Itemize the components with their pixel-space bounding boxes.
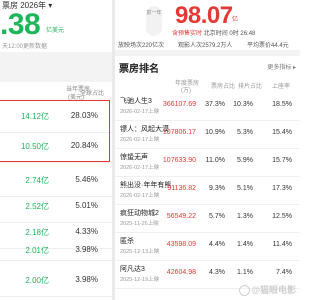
movie-title: 疯狂动物城2 xyxy=(120,210,159,217)
watermark-text: @猫眼电影 xyxy=(251,284,296,295)
stats-bar: 放映场次220亿次 观影人次2579.2万人 平均票价44.4元 xyxy=(115,40,300,50)
movie-title: 惊蛰无声 xyxy=(120,154,148,161)
movie-schedule: 5.1% xyxy=(237,185,253,192)
release-date: 2026-02-17上映 xyxy=(120,137,160,143)
movie-schedule: 1.3% xyxy=(237,213,253,220)
movie-occupancy: 15.7% xyxy=(272,157,292,164)
movie-box-office: 91136.82 xyxy=(167,185,196,192)
movie-box-office: 366107.69 xyxy=(162,101,196,108)
movie-title: 匿杀 xyxy=(120,238,134,245)
col-header-occupancy: 上座率 xyxy=(272,84,291,90)
movie-row[interactable]: 惊蛰无声 2026-02-17上映 107633.90 11.0% 5.9% 1… xyxy=(115,149,300,177)
row-amount: 2.74亿 xyxy=(25,176,49,185)
movie-row[interactable]: 镖人：风起大漠 2026-02-17上映 107806.17 10.9% 5.3… xyxy=(115,121,300,149)
movie-box-office: 42604.98 xyxy=(166,269,196,276)
movie-share: 4.3% xyxy=(209,269,225,276)
row-amount: 2.52亿 xyxy=(25,202,49,211)
release-date: 2025-12-13上映 xyxy=(120,249,160,255)
movie-box-office: 56549.22 xyxy=(166,213,196,220)
section-gap xyxy=(0,52,112,82)
movie-share: 9.3% xyxy=(209,185,225,192)
row-share: 3.98% xyxy=(75,245,98,254)
movie-occupancy: 11.4% xyxy=(272,241,292,248)
movie-schedule: 5.9% xyxy=(237,157,253,164)
movie-share: 4.4% xyxy=(209,241,225,248)
right-panel: 前一年 98.07 亿 含预售实时 北京时间 0时 26:48 放映场次220亿… xyxy=(115,0,300,300)
stat-price: 平均票价44.4元 xyxy=(247,43,289,49)
release-date: 2025-12-19上映 xyxy=(120,277,160,283)
movie-row[interactable]: 飞驰人生3 2026-02-17上映 366107.69 37.3% 10.3%… xyxy=(115,93,300,121)
left-panel: 票房 2026年 ▾ .38 亿美元 天12:00更新数据 当年票房 (美元) … xyxy=(0,0,112,300)
movie-occupancy: 12.5% xyxy=(272,213,292,220)
movie-share: 11.0% xyxy=(205,157,225,164)
movie-title: 熊出没·年年有熊 xyxy=(120,182,172,189)
movie-occupancy: 18.5% xyxy=(272,101,292,108)
table-row[interactable]: 2.00亿 3.98% xyxy=(0,266,112,297)
update-note: 天12:00更新数据 xyxy=(2,44,48,50)
movie-schedule: 5.3% xyxy=(237,129,253,136)
weibo-icon xyxy=(239,285,251,296)
total-box-office-value: 98.07 xyxy=(175,2,233,29)
row-amount: 2.01亿 xyxy=(25,246,49,255)
movie-box-office: 43598.09 xyxy=(166,241,196,248)
movie-title: 飞驰人生3 xyxy=(120,98,152,105)
row-amount: 2.00亿 xyxy=(25,276,49,285)
movie-schedule: 1.4% xyxy=(237,241,253,248)
release-date: 2025-11-26上映 xyxy=(120,221,159,227)
movie-box-office: 107806.17 xyxy=(162,129,196,136)
live-indicator: 含预售实时 北京时间 0时 26:48 xyxy=(172,28,255,37)
row-share: 5.01% xyxy=(75,201,98,210)
more-metrics-link[interactable]: 更多指标 ▸ xyxy=(267,62,296,71)
section-title: 票房排名 xyxy=(119,64,159,75)
highlight-box xyxy=(0,100,110,162)
section-gap xyxy=(115,50,300,56)
col-header-share: 全球占比 xyxy=(80,91,105,97)
movie-title: 阿凡达3 xyxy=(120,266,145,273)
movie-schedule: 1.1% xyxy=(237,269,253,276)
watermark: @猫眼电影 xyxy=(239,283,296,296)
table-row[interactable]: 2.01亿 3.98% xyxy=(0,236,112,261)
row-share: 3.98% xyxy=(75,275,98,284)
stat-audience: 观影人次2579.2万人 xyxy=(178,43,233,49)
global-box-office-unit: 亿美元 xyxy=(46,28,65,34)
release-date: 2026-02-17上映 xyxy=(120,165,160,171)
stat-shows: 放映场次220亿次 xyxy=(118,43,165,49)
previous-year-toggle[interactable]: 前一年 xyxy=(146,6,162,36)
movie-share: 5.7% xyxy=(209,213,225,220)
col-header-share: 票房占比 xyxy=(211,84,236,90)
col-header-schedule: 排片占比 xyxy=(238,84,263,90)
row-share: 5.46% xyxy=(75,175,98,184)
release-date: 2026-02-17上映 xyxy=(120,109,160,115)
movie-share: 37.3% xyxy=(205,101,225,108)
movie-title: 镖人：风起大漠 xyxy=(120,126,169,133)
movie-box-office: 107633.90 xyxy=(162,157,196,164)
total-box-office-unit: 亿 xyxy=(232,17,239,23)
movie-occupancy: 7.4% xyxy=(276,269,292,276)
movie-schedule: 10.3% xyxy=(233,101,253,108)
movie-row[interactable]: 熊出没·年年有熊 2026-02-17上映 91136.82 9.3% 5.1%… xyxy=(115,177,300,205)
movie-occupancy: 15.4% xyxy=(272,129,292,136)
movie-share: 10.9% xyxy=(205,129,225,136)
live-label: 含预售实时 xyxy=(172,31,203,37)
global-box-office-value: .38 xyxy=(0,8,41,41)
row-share: 4.33% xyxy=(75,227,98,236)
movie-row[interactable]: 疯狂动物城2 2025-11-26上映 56549.22 5.7% 1.3% 1… xyxy=(115,205,300,233)
live-time: 北京时间 0时 26:48 xyxy=(203,31,256,37)
movie-occupancy: 17.3% xyxy=(272,185,292,192)
screenshot-root: 票房 2026年 ▾ .38 亿美元 天12:00更新数据 当年票房 (美元) … xyxy=(0,0,300,300)
release-date: 2026-02-17上映 xyxy=(120,193,160,199)
movie-row[interactable]: 匿杀 2025-12-13上映 43598.09 4.4% 1.4% 11.4% xyxy=(115,233,300,261)
